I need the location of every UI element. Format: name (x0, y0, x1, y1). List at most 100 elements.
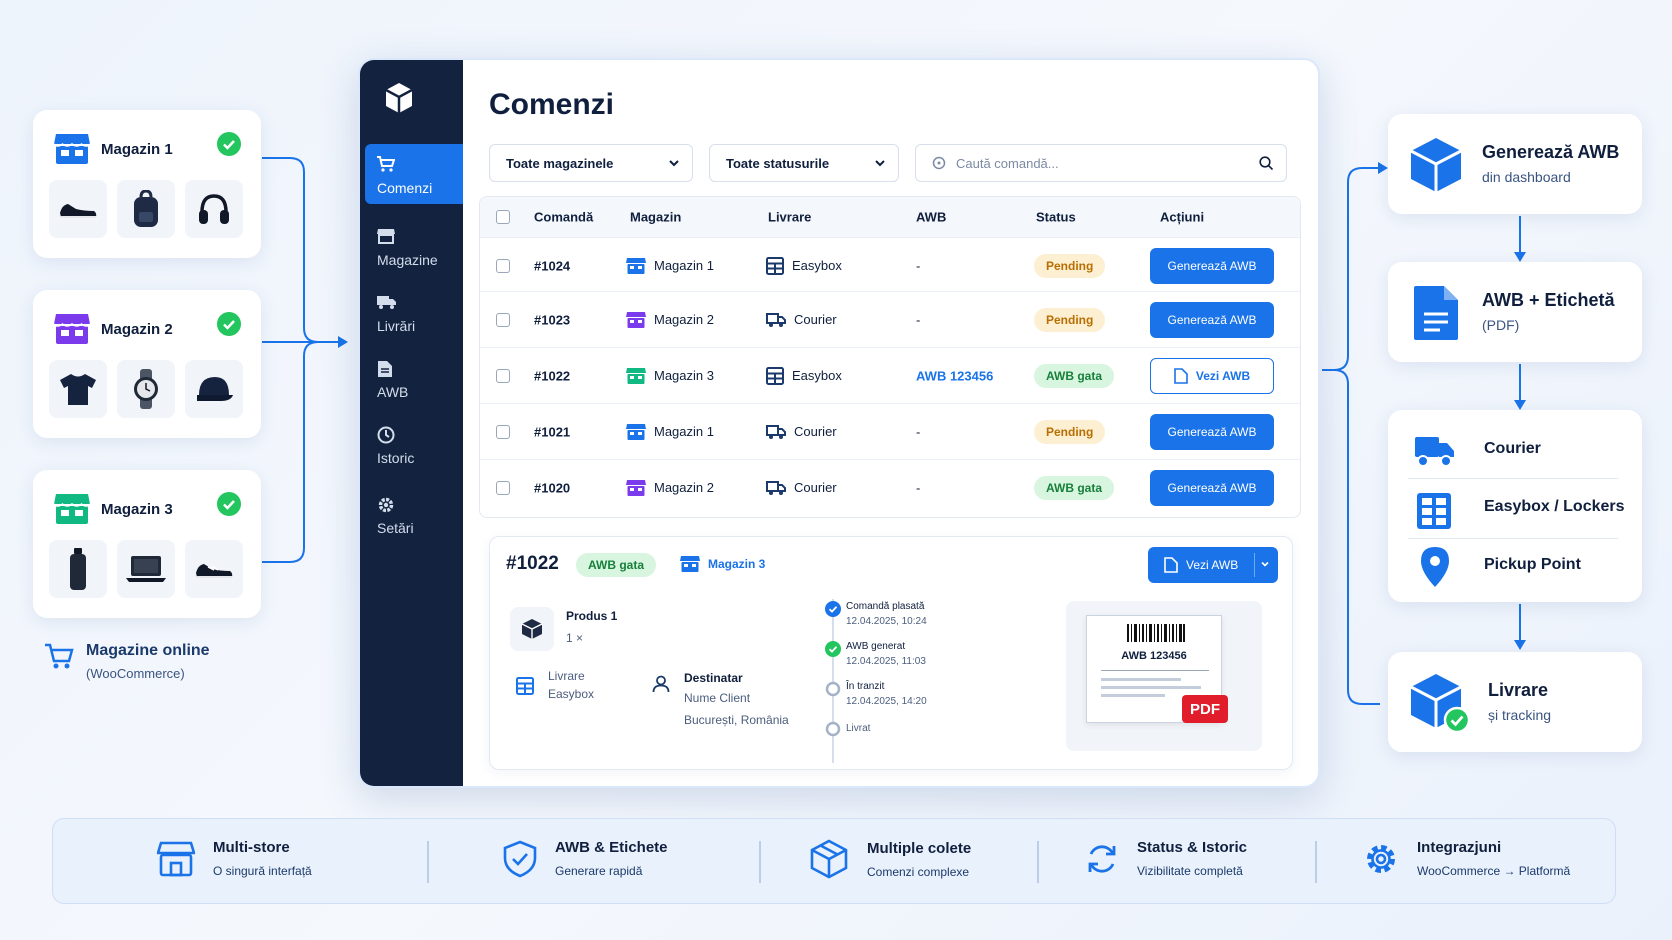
row-checkbox[interactable] (496, 480, 510, 495)
generate-awb-button[interactable]: Generează AWB (1150, 247, 1274, 284)
table-row[interactable]: #1020 Magazin 2 Courier - AWB gata Gener… (480, 459, 1300, 515)
detail-view-awb-button[interactable]: Vezi AWB (1148, 547, 1278, 583)
file-icon (1174, 367, 1188, 384)
status-badge: Pending (1034, 253, 1106, 278)
sidebar-item-comenzi[interactable]: Comenzi (365, 144, 463, 204)
label-awb-number: AWB 123456 (1121, 650, 1187, 662)
row-delivery: Courier (794, 480, 837, 495)
row-awb: - (916, 480, 921, 495)
sneaker-icon (49, 180, 107, 238)
table-row[interactable]: #1024 Magazin 1 Easybox - Pending Genere… (480, 237, 1300, 293)
feature-multiple-packages: Multiple colete Comenzi complexe (809, 839, 971, 879)
table-row[interactable]: #1023 Magazin 2 Courier - Pending Genere… (480, 291, 1300, 347)
recipient-label: Destinatar (684, 671, 743, 685)
status-filter-value: Toate statusurile (726, 155, 830, 171)
pin-icon (1420, 546, 1450, 588)
online-title: Magazine online (86, 642, 210, 659)
row-checkbox[interactable] (496, 424, 510, 439)
row-checkbox[interactable] (496, 312, 510, 327)
store-icon (626, 257, 646, 275)
col-header: Magazin (630, 209, 682, 225)
view-awb-label: Vezi AWB (1195, 368, 1251, 383)
flow-subtitle: din dashboard (1482, 169, 1571, 185)
divider (1408, 478, 1618, 479)
feature-title: Integrazjuni (1417, 839, 1502, 856)
locker-icon (516, 677, 534, 695)
product-box-icon (510, 607, 554, 651)
row-store: Magazin 2 (654, 480, 714, 495)
detail-store[interactable]: Magazin 3 (680, 555, 765, 573)
timeline-step: Livrat (846, 723, 871, 734)
store-icon (53, 312, 91, 346)
sidebar-item-livrari[interactable]: Livrări (365, 282, 463, 342)
order-id[interactable]: #1024 (534, 258, 570, 273)
col-header: AWB (916, 209, 947, 225)
feature-title: Status & Istoric (1137, 839, 1248, 856)
flow-subtitle: și tracking (1488, 707, 1552, 723)
backpack-icon (117, 180, 175, 238)
table-row[interactable]: #1022 Magazin 3 Easybox AWB 123456 AWB g… (480, 347, 1300, 403)
detail-view-awb-label: Vezi AWB (1186, 558, 1239, 572)
search-input[interactable]: Caută comandă... (915, 144, 1287, 182)
store-icon (377, 228, 395, 244)
shield-check-icon (503, 840, 537, 878)
sidebar-item-istoric[interactable]: Istoric (365, 414, 463, 474)
row-awb-link[interactable]: AWB 123456 (916, 368, 993, 383)
truck-icon (1414, 434, 1456, 468)
sidebar-item-label: Setări (377, 520, 414, 536)
store-filter-select[interactable]: Toate magazinele (489, 144, 693, 182)
store-card-2[interactable]: Magazin 2 (33, 290, 261, 438)
option-courier[interactable]: Courier (1408, 422, 1628, 474)
chevron-down-icon[interactable] (1260, 559, 1270, 569)
status-filter-select[interactable]: Toate statusurile (709, 144, 899, 182)
app-window: Comenzi Magazine Livrări AWB Istoric Set… (358, 58, 1320, 788)
option-easybox[interactable]: Easybox / Lockers (1408, 482, 1628, 534)
sidebar-item-setari[interactable]: Setări (365, 484, 463, 544)
online-subtitle: (WooCommerce) (86, 666, 185, 681)
check-icon (217, 312, 241, 336)
delivery-value: Easybox (548, 687, 595, 701)
flow-step-generate: Generează AWB din dashboard (1388, 114, 1642, 214)
cart-icon (44, 642, 74, 670)
search-placeholder: Caută comandă... (956, 155, 1059, 171)
feature-title: AWB & Etichete (555, 839, 668, 856)
sidebar-item-magazine[interactable]: Magazine (365, 216, 463, 276)
locker-icon (766, 256, 784, 275)
store-name: Magazin 3 (101, 500, 173, 518)
order-id[interactable]: #1023 (534, 312, 570, 327)
generate-awb-button[interactable]: Generează AWB (1150, 301, 1274, 338)
flow-subtitle: (PDF) (1482, 317, 1520, 333)
timeline-pending-icon (825, 681, 841, 697)
cap-icon (185, 360, 243, 418)
gear-icon (377, 496, 395, 514)
label-line (1101, 678, 1181, 681)
truck-icon (766, 424, 786, 440)
status-badge: Pending (1034, 419, 1106, 444)
option-pickup-point[interactable]: Pickup Point (1408, 542, 1628, 594)
timeline-pending-icon (825, 721, 841, 737)
truck-icon (377, 294, 397, 310)
store-icon (626, 367, 646, 385)
row-awb: - (916, 258, 921, 273)
generate-awb-button[interactable]: Generează AWB (1150, 469, 1274, 506)
view-awb-button[interactable]: Vezi AWB (1150, 357, 1274, 394)
sidebar-item-awb[interactable]: AWB (365, 348, 463, 408)
feature-subtitle: O singură interfață (213, 864, 312, 878)
select-all-checkbox[interactable] (496, 210, 510, 224)
awb-label-preview[interactable]: AWB 123456 PDF (1066, 601, 1262, 751)
barcode-icon (1127, 624, 1185, 642)
order-id[interactable]: #1022 (534, 368, 570, 383)
store-card-3[interactable]: Magazin 3 (33, 470, 261, 618)
order-id[interactable]: #1020 (534, 480, 570, 495)
generate-awb-button[interactable]: Generează AWB (1150, 413, 1274, 450)
file-icon (1412, 284, 1460, 342)
features-bar: Multi-store O singură interfață AWB & Eti… (52, 818, 1616, 904)
row-checkbox[interactable] (496, 368, 510, 383)
chevron-down-icon (668, 157, 680, 169)
flow-title: Generează AWB (1482, 142, 1620, 162)
store-card-1[interactable]: Magazin 1 (33, 110, 261, 258)
order-id[interactable]: #1021 (534, 424, 570, 439)
search-icon[interactable] (1259, 156, 1274, 171)
row-checkbox[interactable] (496, 258, 510, 273)
table-row[interactable]: #1021 Magazin 1 Courier - Pending Genere… (480, 403, 1300, 459)
